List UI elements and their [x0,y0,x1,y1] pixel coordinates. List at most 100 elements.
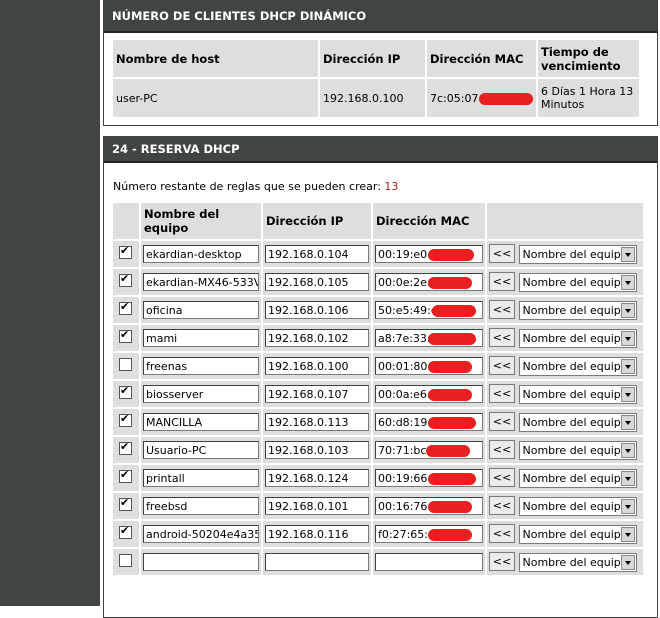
dhcp-clients-table: Nombre de host Dirección IP Dirección MA… [111,38,641,119]
mac-address-field[interactable]: 00:0e:2e: [375,273,483,291]
enable-checkbox[interactable] [119,554,132,567]
client-mac-cell: 7c:05:07: [427,79,536,117]
ip-cell: 192.168.0.107 [263,381,371,407]
mac-address-field[interactable] [375,553,483,571]
copy-computer-button[interactable]: << [489,328,515,348]
ip-address-field[interactable] [265,553,369,571]
mac-address-field[interactable]: 00:01:80: [375,357,483,375]
device-name-field[interactable]: mami [143,329,259,347]
mac-address-field[interactable]: a8:7e:33: [375,329,483,347]
ip-address-field[interactable]: 192.168.0.100 [265,357,369,375]
computer-name-select-value: Nombre del equipo [522,247,628,261]
mac-address-field[interactable]: 00:16:76: [375,497,483,515]
mac-cell: 00:19:e0: [373,241,485,267]
computer-name-select[interactable]: Nombre del equipo [518,496,637,516]
ip-address-field[interactable]: 192.168.0.106 [265,301,369,319]
copy-computer-button[interactable]: << [489,552,515,572]
table-row: oficina 192.168.0.106 50:e5:49:c << Nombre … [113,297,643,323]
mac-address-field[interactable]: 70:71:bc [375,441,483,459]
enable-checkbox[interactable] [119,412,132,427]
computer-name-select[interactable]: Nombre del equipo [518,524,637,544]
mac-address-field[interactable]: 00:19:66: [375,469,483,487]
actions-cell: << Nombre del equipo [487,241,643,267]
device-name-field[interactable]: ekardian-MX46-533V [143,273,259,291]
mac-address-field[interactable]: 00:0a:e6: [375,385,483,403]
computer-name-select-value: Nombre del equipo [522,527,628,541]
mac-address-field[interactable]: 50:e5:49:c [375,301,483,319]
computer-name-select[interactable]: Nombre del equipo [518,412,637,432]
copy-computer-button[interactable]: << [489,440,515,460]
dhcp-reservation-panel: 24 - RESERVA DHCP Número restante de reg… [103,136,658,618]
ip-cell [263,549,371,575]
computer-name-select[interactable]: Nombre del equipo [518,552,637,572]
computer-name-select[interactable]: Nombre del equipo [518,468,637,488]
computer-name-select[interactable]: Nombre del equipo [518,300,637,320]
enable-checkbox[interactable] [119,244,132,259]
chevron-down-icon [620,386,635,402]
copy-computer-button[interactable]: << [489,300,515,320]
ip-cell: 192.168.0.105 [263,269,371,295]
device-name-cell: android-50204e4a3534c [141,521,261,547]
copy-computer-button[interactable]: << [489,356,515,376]
enable-checkbox[interactable] [119,272,132,287]
redaction-mark [428,277,472,289]
ip-address-field[interactable]: 192.168.0.124 [265,469,369,487]
device-name-field[interactable]: android-50204e4a3534c [143,525,259,543]
enable-checkbox[interactable] [119,496,132,511]
ip-address-field[interactable]: 192.168.0.107 [265,385,369,403]
redaction-mark [426,445,470,457]
actions-cell: << Nombre del equipo [487,353,643,379]
device-name-field[interactable]: Usuario-PC [143,441,259,459]
mac-address-field[interactable]: 60:d8:19: [375,413,483,431]
ip-address-field[interactable]: 192.168.0.102 [265,329,369,347]
table-row: biosserver 192.168.0.107 00:0a:e6: << Nombr… [113,381,643,407]
device-name-field[interactable]: MANCILLA [143,413,259,431]
device-name-field[interactable]: biosserver [143,385,259,403]
copy-computer-button[interactable]: << [489,524,515,544]
computer-name-select[interactable]: Nombre del equipo [518,272,637,292]
actions-cell: << Nombre del equipo [487,549,643,575]
ip-address-field[interactable]: 192.168.0.105 [265,273,369,291]
copy-computer-button[interactable]: << [489,496,515,516]
computer-name-select[interactable]: Nombre del equipo [518,328,637,348]
mac-cell: 00:16:76: [373,493,485,519]
device-name-field[interactable] [143,553,259,571]
enable-checkbox[interactable] [119,384,132,399]
enable-checkbox[interactable] [119,524,132,539]
copy-computer-button[interactable]: << [489,272,515,292]
computer-name-select[interactable]: Nombre del equipo [518,384,637,404]
copy-computer-button[interactable]: << [489,468,515,488]
device-name-cell: ekardian-desktop [141,241,261,267]
enable-cell [113,437,139,463]
enable-checkbox[interactable] [119,328,132,343]
ip-address-field[interactable]: 192.168.0.101 [265,497,369,515]
ip-address-field[interactable]: 192.168.0.116 [265,525,369,543]
mac-address-field[interactable]: 00:19:e0: [375,245,483,263]
device-name-cell: freebsd [141,493,261,519]
computer-name-select-value: Nombre del equipo [522,555,628,569]
device-name-field[interactable]: printall [143,469,259,487]
enable-cell [113,297,139,323]
client-mac-text: 7c:05:07: [430,91,483,105]
copy-computer-button[interactable]: << [489,412,515,432]
computer-name-select[interactable]: Nombre del equipo [518,356,637,376]
ip-address-field[interactable]: 192.168.0.103 [265,441,369,459]
enable-checkbox[interactable] [119,440,132,455]
copy-computer-button[interactable]: << [489,244,515,264]
device-name-field[interactable]: freenas [143,357,259,375]
enable-checkbox[interactable] [119,468,132,483]
computer-name-select[interactable]: Nombre del equipo [518,244,637,264]
enable-checkbox[interactable] [119,358,132,371]
copy-computer-button[interactable]: << [489,384,515,404]
computer-name-select[interactable]: Nombre del equipo [518,440,637,460]
table-row: << Nombre del equipo [113,549,643,575]
redaction-mark [428,501,472,513]
ip-address-field[interactable]: 192.168.0.104 [265,245,369,263]
mac-address-field[interactable]: f0:27:65: [375,525,483,543]
device-name-field[interactable]: oficina [143,301,259,319]
enable-checkbox[interactable] [119,300,132,315]
device-name-field[interactable]: freebsd [143,497,259,515]
table-row: Usuario-PC 192.168.0.103 70:71:bc << Nombre… [113,437,643,463]
device-name-field[interactable]: ekardian-desktop [143,245,259,263]
ip-address-field[interactable]: 192.168.0.113 [265,413,369,431]
